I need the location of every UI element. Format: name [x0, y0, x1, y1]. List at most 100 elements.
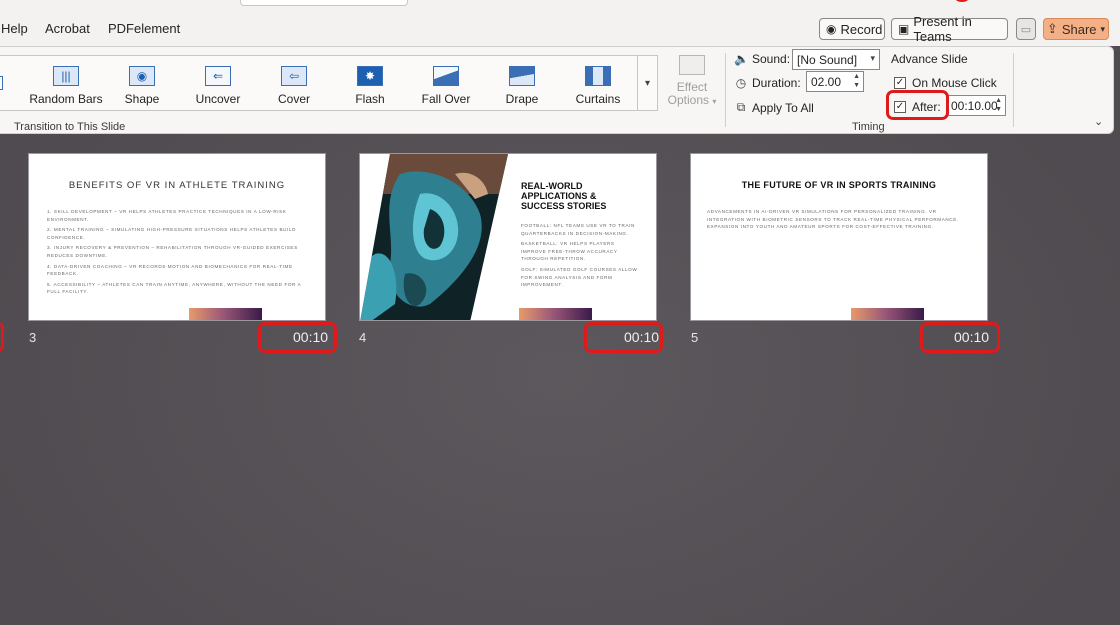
advance-slide-title: Advance Slide — [891, 52, 968, 66]
transition-random-bars[interactable]: ||| Random Bars — [28, 56, 104, 112]
chevron-down-icon: ▾ — [870, 53, 875, 63]
transition-gallery: ||| Random Bars ◉ Shape ⇐ Uncover ⇦ Cove… — [0, 55, 658, 111]
present-in-teams-button[interactable]: ▣ Present in Teams — [891, 14, 1008, 44]
slide-title: REAL-WORLD APPLICATIONS & SUCCESS STORIE… — [521, 181, 606, 211]
chevron-down-icon: ▾ — [1100, 23, 1106, 34]
apply-to-all-button[interactable]: ⧉ Apply To All — [734, 100, 814, 115]
share-label: Share — [1061, 21, 1097, 37]
spinner-arrows-icon[interactable]: ▲ ▼ — [853, 72, 860, 90]
effect-options-icon — [679, 55, 705, 75]
flash-icon: ✸ — [357, 66, 383, 86]
on-mouse-click-label: On Mouse Click — [912, 76, 997, 90]
after-label: After: — [912, 100, 941, 114]
menu-acrobat[interactable]: Acrobat — [45, 21, 90, 36]
random-bars-icon: ||| — [53, 66, 79, 86]
uncover-icon: ⇐ — [205, 66, 231, 86]
transition-drape[interactable]: Drape — [484, 56, 560, 112]
effect-options-label: Effect Options ▾ — [668, 81, 717, 108]
slide-bullet: 3. Injury Recovery & Prevention – Rehabi… — [47, 245, 298, 258]
drape-icon — [509, 66, 535, 86]
slide-bullet: Basketball: VR helps players improve fre… — [521, 241, 618, 262]
slide-bullet: 4. Data-Driven Coaching – VR records mot… — [47, 263, 293, 277]
record-button[interactable]: ◉ Record — [819, 18, 885, 40]
slide-bullet: 1. Skill Development – VR helps athletes… — [47, 209, 287, 222]
transition-group-label: Transition to This Slide — [14, 121, 126, 133]
transition-cover[interactable]: ⇦ Cover — [256, 56, 332, 112]
duration-row: ◷ Duration: — [734, 76, 801, 90]
slide-time-3: 00:10 — [293, 329, 329, 345]
ribbon-divider — [1013, 53, 1014, 127]
gallery-more-button[interactable]: ▾ — [637, 56, 657, 110]
menu-help[interactable]: Help — [1, 21, 28, 36]
slide-time-5: 00:10 — [954, 329, 990, 345]
slide-bullet: Golf: Simulated golf courses allow for s… — [521, 266, 638, 288]
transition-shape[interactable]: ◉ Shape — [104, 56, 180, 112]
share-button[interactable]: ⇪ Share ▾ — [1043, 18, 1109, 40]
share-icon: ⇪ — [1046, 21, 1058, 36]
transition-label: Drape — [505, 92, 539, 106]
slide-body: 1. Skill Development – VR helps athletes… — [47, 208, 311, 299]
transition-fall-over[interactable]: Fall Over — [408, 56, 484, 112]
slide-thumbnail-3[interactable]: BENEFITS OF VR IN ATHLETE TRAINING 1. Sk… — [28, 153, 326, 321]
slide-title: THE FUTURE OF VR IN SPORTS TRAINING — [741, 180, 937, 190]
transition-flash[interactable]: ✸ Flash — [332, 56, 408, 112]
sound-select[interactable]: [No Sound] ▾ — [792, 49, 880, 70]
duration-label: Duration: — [752, 76, 801, 90]
slide-bullet: 5. Accessibility – Athletes can train an… — [47, 281, 301, 295]
after-time-spinner[interactable]: 00:10.00 ▲ ▼ — [946, 95, 1006, 116]
slide-title-line: REAL-WORLD — [521, 181, 583, 191]
effect-options-line2: Options — [667, 93, 709, 107]
clock-icon: ◷ — [735, 76, 747, 90]
effect-options-button[interactable]: Effect Options ▾ — [664, 53, 720, 113]
transition-label: Random Bars — [29, 92, 103, 106]
record-label: Record — [840, 21, 883, 37]
slide-accent-bar — [851, 308, 924, 320]
transition-label: Flash — [355, 92, 385, 106]
comments-button[interactable]: ▭ — [1016, 18, 1036, 40]
transition-curtains[interactable]: Curtains — [560, 56, 636, 112]
teams-icon: ▣ — [898, 22, 910, 36]
transition-label: Cover — [277, 92, 310, 106]
transition-label: Curtains — [575, 92, 621, 106]
slide-accent-bar — [519, 308, 592, 320]
chevron-down-icon: ▾ — [644, 77, 651, 89]
slide-time-4: 00:10 — [624, 329, 660, 345]
shape-icon: ◉ — [129, 66, 155, 86]
speaker-icon: 🔈 — [734, 52, 749, 66]
cover-icon: ⇦ — [281, 66, 307, 86]
timing-group-label: Timing — [852, 121, 885, 133]
search-box[interactable] — [240, 0, 408, 6]
duration-spinner[interactable]: 02.00 ▲ ▼ — [806, 71, 864, 92]
partial-transition-icon — [0, 76, 3, 90]
sound-row: 🔈 Sound: — [734, 52, 790, 66]
slide-thumbnail-5[interactable]: THE FUTURE OF VR IN SPORTS TRAINING Adva… — [690, 153, 988, 321]
spinner-arrows-icon[interactable]: ▲ ▼ — [995, 96, 1002, 114]
slide-number-5: 5 — [691, 330, 699, 345]
ribbon-divider — [725, 53, 726, 127]
slide-thumbnail-4[interactable]: REAL-WORLD APPLICATIONS & SUCCESS STORIE… — [359, 153, 657, 321]
on-mouse-click-option[interactable]: ✓ On Mouse Click — [894, 76, 997, 90]
transition-label: Fall Over — [421, 92, 471, 106]
slide-title: BENEFITS OF VR IN ATHLETE TRAINING — [68, 180, 286, 191]
menu-pdfelement[interactable]: PDFelement — [108, 21, 180, 36]
transition-label: Uncover — [195, 92, 241, 106]
on-mouse-click-checkbox[interactable]: ✓ — [894, 77, 906, 89]
ribbon-transitions: ||| Random Bars ◉ Shape ⇐ Uncover ⇦ Cove… — [0, 46, 1114, 134]
after-option[interactable]: ✓ After: — [894, 100, 941, 114]
after-checkbox[interactable]: ✓ — [894, 101, 906, 113]
sound-label: Sound: — [752, 52, 791, 66]
slide-2-time-highlight — [0, 322, 4, 352]
record-icon: ◉ — [826, 22, 837, 36]
slide-body: Advancements in AI-driven VR simulations… — [707, 209, 959, 230]
transition-label: Shape — [124, 92, 160, 106]
comment-icon: ▭ — [1020, 23, 1032, 36]
chevron-down-icon: ▾ — [712, 97, 717, 106]
curtains-icon — [585, 66, 611, 86]
slide-title-line: SUCCESS STORIES — [521, 201, 607, 211]
collapse-ribbon-icon[interactable]: ⌄ — [1094, 115, 1103, 128]
slide-accent-bar — [189, 308, 262, 320]
apply-all-icon: ⧉ — [736, 100, 746, 114]
menu-bar: Help Acrobat PDFelement ◉ Record ▣ Prese… — [0, 0, 1120, 46]
present-label: Present in Teams — [913, 14, 972, 44]
transition-uncover[interactable]: ⇐ Uncover — [180, 56, 256, 112]
